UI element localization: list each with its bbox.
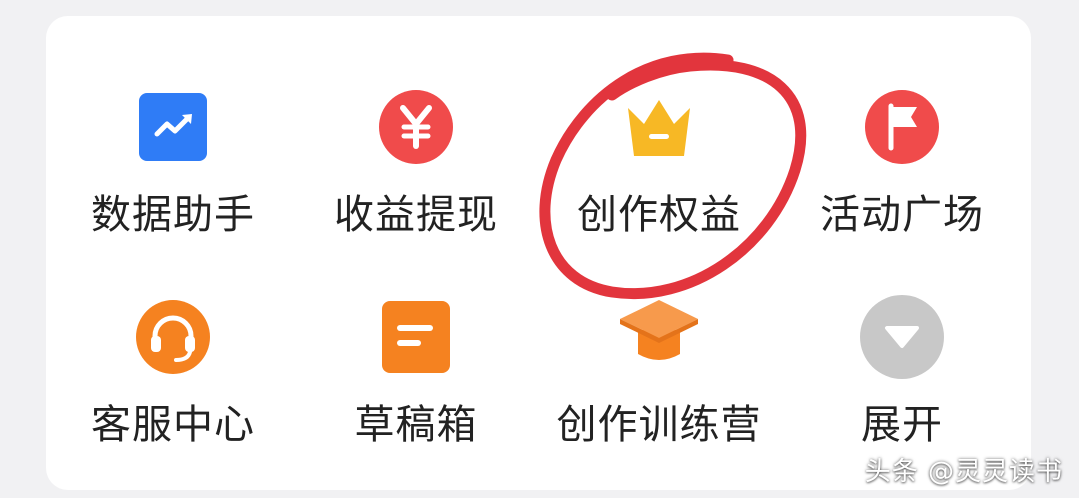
menu-item-customer-service[interactable]: 客服中心 [53,292,293,492]
menu-item-creator-bootcamp[interactable]: 创作训练营 [539,292,779,492]
menu-item-label: 收益提现 [334,192,498,238]
graduation-cap-icon [620,300,698,360]
menu-item-event-plaza[interactable]: 活动广场 [782,82,1022,282]
trend-chart-icon [139,93,207,161]
menu-item-label: 活动广场 [820,192,984,238]
crown-icon [628,100,690,156]
menu-item-label: 创作权益 [577,192,741,238]
menu-item-label: 客服中心 [91,402,255,448]
flag-icon [865,90,939,164]
menu-item-label: 创作训练营 [556,402,762,448]
menu-item-label: 展开 [861,402,943,448]
yen-icon [379,90,453,164]
menu-item-drafts[interactable]: 草稿箱 [296,292,536,492]
menu-item-earnings-withdrawal[interactable]: 收益提现 [296,82,536,282]
menu-item-label: 草稿箱 [354,402,478,448]
tools-card: 数据助手 收益提现 创作权益 活动广场 客服中心 草稿箱 创作训练营 展开 [46,16,1031,490]
watermark: 头条 @灵灵读书 [864,457,1063,487]
draft-icon [382,301,450,373]
headset-icon [136,300,210,374]
menu-item-creator-benefits[interactable]: 创作权益 [539,82,779,282]
expand-icon [860,295,944,379]
menu-item-label: 数据助手 [91,192,255,238]
menu-item-data-assistant[interactable]: 数据助手 [53,82,293,282]
